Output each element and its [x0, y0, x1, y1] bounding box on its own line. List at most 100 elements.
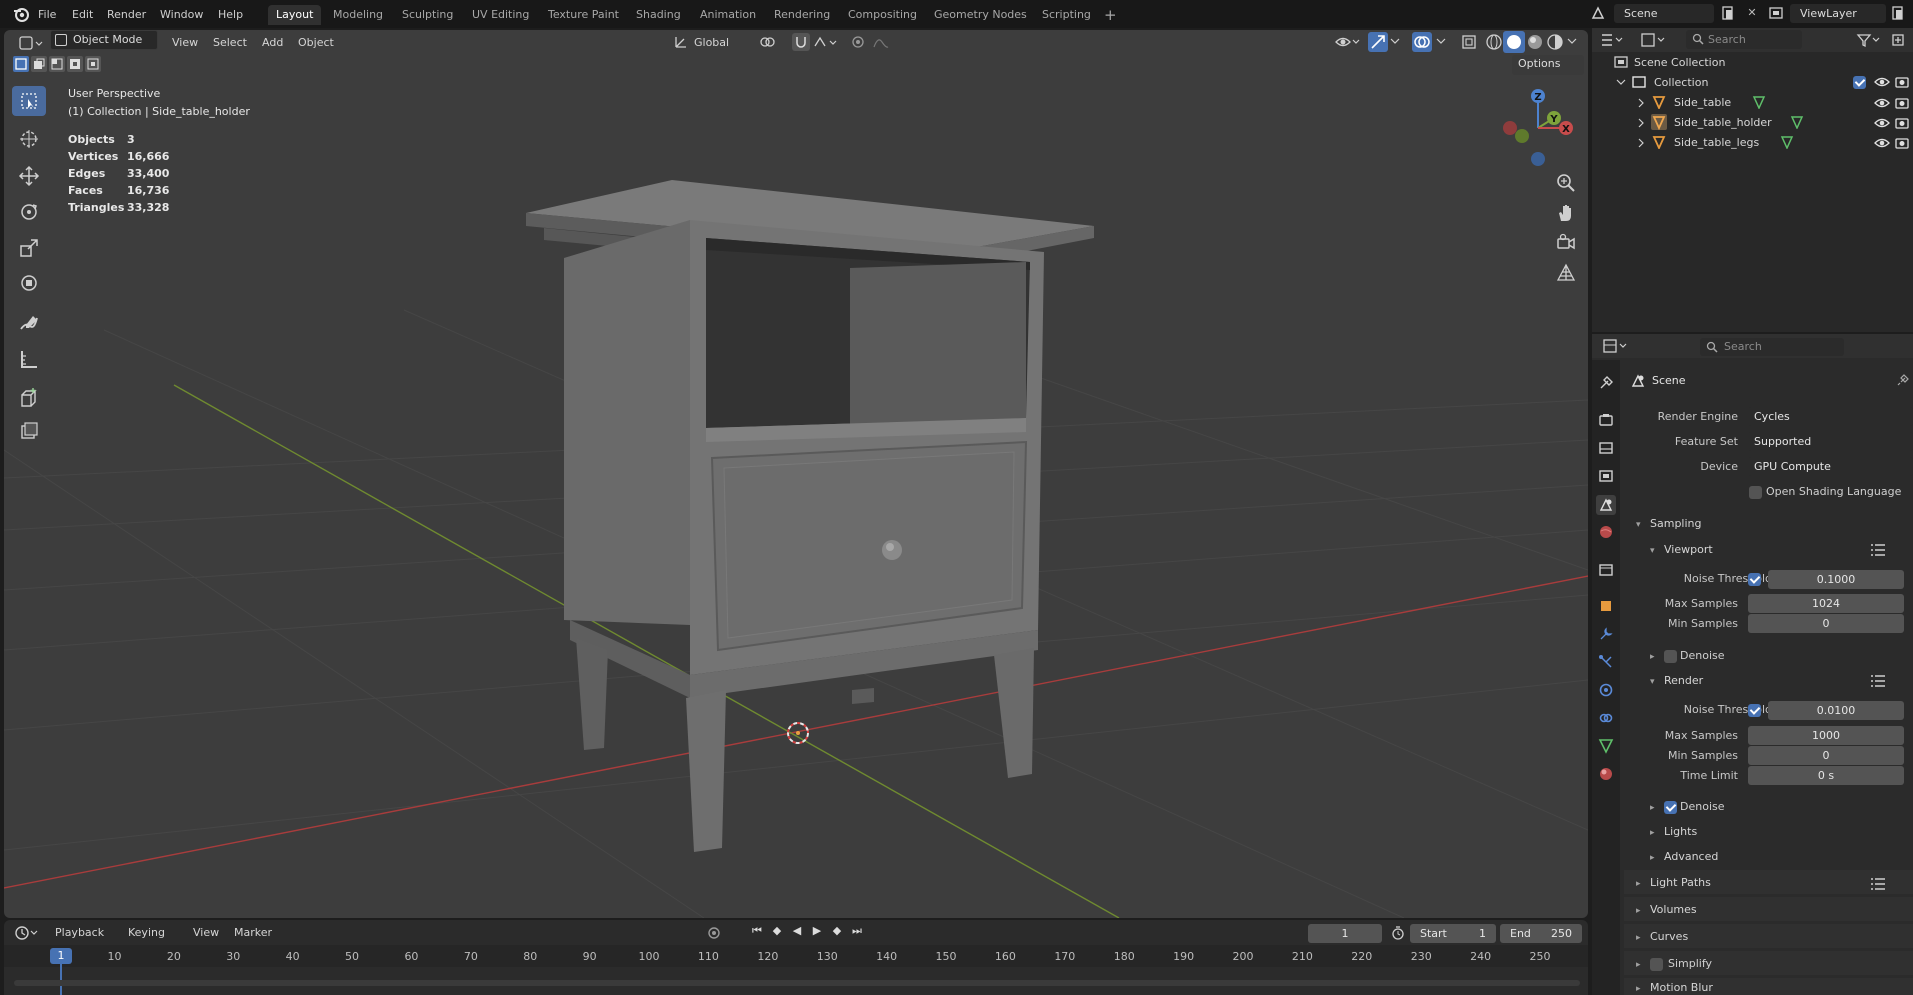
tool-tab-icon[interactable]	[1596, 373, 1616, 393]
camera-view-icon[interactable]	[1555, 232, 1577, 254]
outliner-object-label[interactable]: Side_table_holder	[1674, 113, 1772, 133]
r-noise-threshold-checkbox[interactable]	[1748, 704, 1761, 717]
new-collection-icon[interactable]	[1890, 32, 1906, 48]
select-mode-new-icon[interactable]	[13, 56, 29, 72]
measure-tool[interactable]	[12, 344, 46, 374]
add-cube-tool[interactable]	[12, 383, 46, 413]
object-visibility-icon[interactable]	[1874, 116, 1890, 130]
shading-wireframe-icon[interactable]	[1484, 32, 1504, 52]
advanced-subpanel-header[interactable]: ▸ Advanced	[1650, 847, 1718, 867]
viewport-presets-icon[interactable]	[1870, 543, 1886, 557]
display-mode-icon[interactable]	[1640, 32, 1668, 48]
timeline-menu-playback[interactable]: Playback	[55, 926, 104, 939]
new-view-layer-icon[interactable]	[1890, 5, 1906, 21]
output-tab-icon[interactable]	[1596, 438, 1616, 458]
end-frame-field[interactable]: End 250	[1500, 924, 1582, 943]
menu-window[interactable]: Window	[152, 4, 211, 26]
r-time-limit-field[interactable]: 0 s	[1748, 766, 1904, 785]
new-scene-icon[interactable]	[1720, 5, 1736, 21]
jump-start-icon[interactable]: ⏮	[750, 924, 764, 938]
xray-icon[interactable]	[1460, 33, 1478, 51]
r-min-samples-field[interactable]: 0	[1748, 746, 1904, 765]
expand-arrow-icon[interactable]	[1636, 138, 1646, 148]
tab-rendering[interactable]: Rendering	[766, 5, 838, 25]
proportional-edit-icon[interactable]	[850, 34, 866, 50]
visibility-icon[interactable]	[1334, 33, 1362, 51]
collection-visibility-icon[interactable]	[1874, 75, 1890, 89]
outliner-scene-collection[interactable]: Scene Collection	[1634, 53, 1725, 73]
overlays-dropdown-icon[interactable]	[1436, 36, 1446, 46]
extra-tool[interactable]	[12, 416, 46, 446]
tab-shading[interactable]: Shading	[628, 5, 689, 25]
expand-arrow-icon[interactable]	[1636, 118, 1646, 128]
scene-tab-icon[interactable]	[1596, 495, 1616, 515]
falloff-icon[interactable]	[872, 34, 890, 50]
editor-type-icon[interactable]	[18, 34, 44, 52]
tab-layout[interactable]: Layout	[268, 5, 322, 25]
tab-scripting[interactable]: Scripting	[1034, 5, 1099, 25]
r-noise-threshold-field[interactable]: 0.0100	[1768, 701, 1904, 720]
modifier-tab-icon[interactable]	[1596, 624, 1616, 644]
tab-modeling[interactable]: Modeling	[325, 5, 391, 25]
vp-noise-threshold-field[interactable]: 0.1000	[1768, 570, 1904, 589]
shading-solid-icon[interactable]	[1503, 31, 1525, 53]
render-tab-icon[interactable]	[1596, 410, 1616, 430]
tab-compositing[interactable]: Compositing	[840, 5, 925, 25]
current-frame-field[interactable]: 1	[1308, 924, 1382, 943]
constraints-tab-icon[interactable]	[1596, 708, 1616, 728]
vp-max-samples-field[interactable]: 1024	[1748, 594, 1904, 613]
pin-icon[interactable]	[1896, 373, 1910, 387]
menu-render[interactable]: Render	[99, 4, 154, 26]
collection-render-icon[interactable]	[1895, 75, 1911, 89]
r-max-samples-field[interactable]: 1000	[1748, 726, 1904, 745]
viewport-subpanel-header[interactable]: ▾ Viewport	[1650, 540, 1713, 560]
pivot-icon[interactable]	[758, 34, 780, 50]
prev-keyframe-icon[interactable]: ◆	[770, 924, 784, 938]
frame-indicator[interactable]: 1	[50, 948, 72, 964]
tab-sculpting[interactable]: Sculpting	[394, 5, 461, 25]
menu-file[interactable]: File	[30, 4, 64, 26]
collection-expand-icon[interactable]	[1616, 77, 1626, 87]
play-reverse-icon[interactable]: ◀	[790, 924, 804, 938]
properties-editor-icon[interactable]	[1602, 338, 1630, 354]
view-layer-icon[interactable]	[1768, 5, 1786, 21]
tab-animation[interactable]: Animation	[692, 5, 764, 25]
tab-geometry-nodes[interactable]: Geometry Nodes	[926, 5, 1035, 25]
simplify-checkbox[interactable]	[1650, 958, 1663, 971]
view-layer-selector[interactable]: ViewLayer	[1790, 4, 1886, 23]
scale-tool[interactable]	[12, 233, 46, 263]
cursor-tool[interactable]	[12, 124, 46, 154]
ortho-grid-icon[interactable]	[1555, 262, 1577, 284]
data-tab-icon[interactable]	[1596, 736, 1616, 756]
blender-logo-icon[interactable]	[12, 5, 30, 23]
select-mode-invert-icon[interactable]	[67, 56, 83, 72]
light-paths-presets-icon[interactable]	[1870, 877, 1886, 891]
options-dropdown[interactable]: Options	[1512, 55, 1584, 75]
simplify-panel-header[interactable]: ▸	[1636, 954, 1650, 974]
transform-tool[interactable]	[12, 268, 46, 298]
physics-tab-icon[interactable]	[1596, 680, 1616, 700]
outliner-editor-icon[interactable]	[1600, 32, 1628, 48]
jump-end-icon[interactable]: ⏭	[850, 924, 864, 938]
object-tab-icon[interactable]	[1596, 596, 1616, 616]
menu-help[interactable]: Help	[210, 4, 251, 26]
viewport-menu-add[interactable]: Add	[262, 32, 283, 54]
viewport-menu-select[interactable]: Select	[213, 32, 247, 54]
tab-uv-editing[interactable]: UV Editing	[464, 5, 537, 25]
object-render-icon[interactable]	[1895, 96, 1911, 110]
timeline-menu-marker[interactable]: Marker	[234, 926, 272, 939]
lights-subpanel-header[interactable]: ▸ Lights	[1650, 822, 1697, 842]
motion-blur-panel-header[interactable]: ▸ Motion Blur	[1636, 981, 1713, 995]
sampling-panel-header[interactable]: ▾ Sampling	[1636, 514, 1702, 534]
feature-set-dropdown[interactable]: Supported	[1748, 432, 1913, 451]
device-dropdown[interactable]: GPU Compute	[1748, 457, 1913, 476]
vp-noise-threshold-checkbox[interactable]	[1748, 573, 1761, 586]
osl-checkbox[interactable]	[1749, 486, 1762, 499]
viewport-3d[interactable]	[4, 30, 1588, 918]
properties-search[interactable]: Search	[1700, 338, 1844, 356]
object-visibility-icon[interactable]	[1874, 96, 1890, 110]
r-denoise-subpanel-header[interactable]: ▸	[1650, 797, 1664, 817]
filter-icon[interactable]	[1856, 32, 1882, 48]
preview-range-icon[interactable]	[1390, 925, 1406, 941]
object-render-icon[interactable]	[1895, 136, 1911, 150]
